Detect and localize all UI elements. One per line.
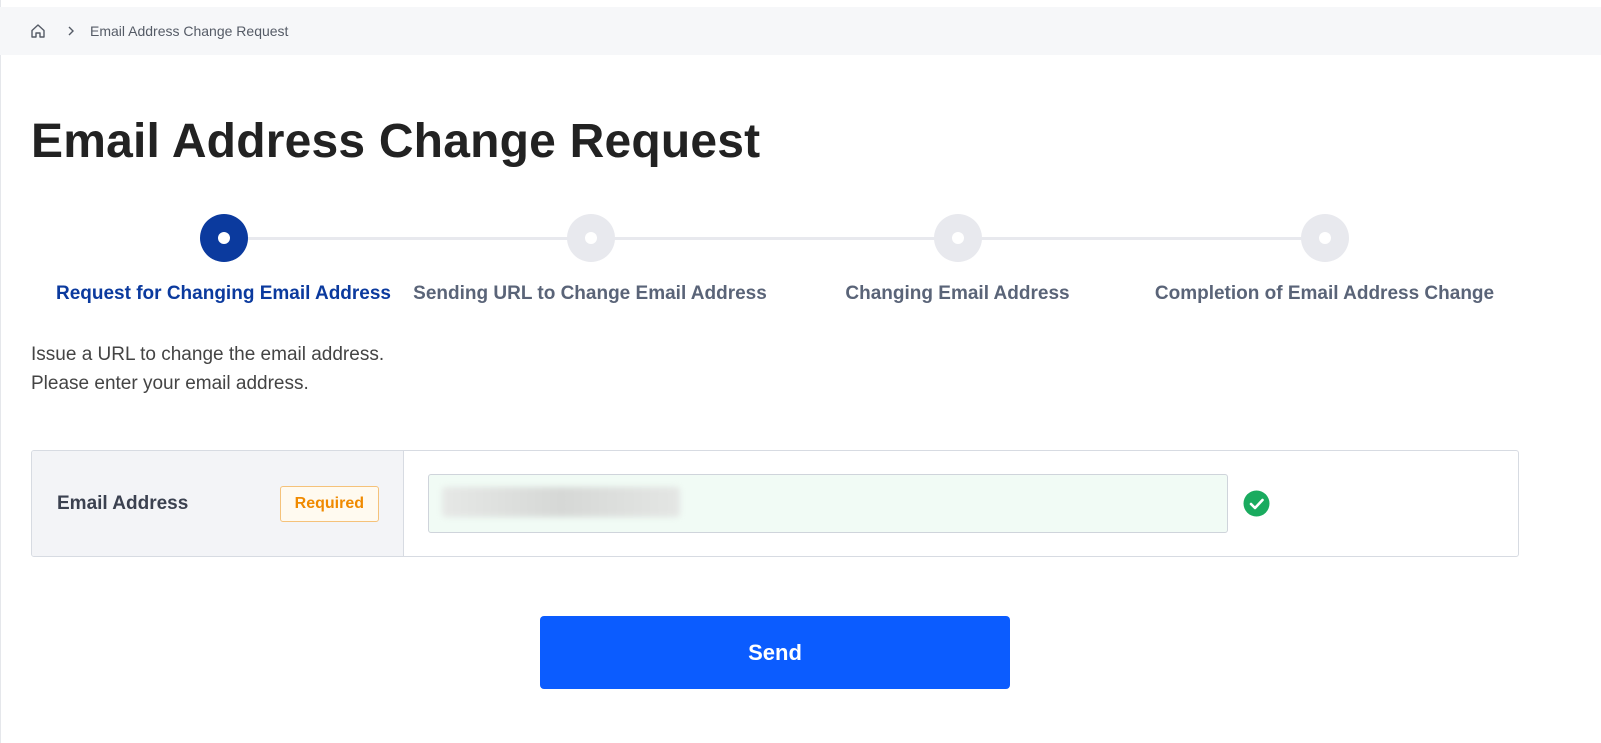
breadcrumb-current: Email Address Change Request xyxy=(90,23,289,39)
chevron-right-icon xyxy=(64,24,78,38)
intro-text: Issue a URL to change the email address.… xyxy=(31,340,384,398)
breadcrumb: Email Address Change Request xyxy=(0,7,1601,55)
step-3-label: Changing Email Address xyxy=(845,283,1070,304)
step-1: Request for Changing Email Address xyxy=(40,214,407,305)
step-1-dot xyxy=(199,214,248,262)
email-form: Email Address Required xyxy=(31,450,1519,557)
step-2: Sending URL to Change Email Address xyxy=(407,214,774,305)
intro-line-1: Issue a URL to change the email address. xyxy=(31,344,385,365)
step-2-dot xyxy=(566,214,615,262)
step-3-dot xyxy=(933,214,982,262)
intro-line-2: Please enter your email address. xyxy=(31,373,309,394)
email-label: Email Address xyxy=(57,492,189,514)
step-3: Changing Email Address xyxy=(774,214,1141,305)
page-border xyxy=(0,0,1,743)
step-4: Completion of Email Address Change xyxy=(1141,214,1508,305)
step-1-label: Request for Changing Email Address xyxy=(55,283,391,304)
email-label-cell: Email Address Required xyxy=(32,451,404,556)
check-circle-icon xyxy=(1243,490,1270,517)
progress-stepper: Request for Changing Email Address Sendi… xyxy=(40,214,1540,314)
step-2-label: Sending URL to Change Email Address xyxy=(413,283,767,304)
step-4-dot xyxy=(1300,214,1349,262)
email-value-redacted xyxy=(442,487,680,517)
home-icon[interactable] xyxy=(30,23,46,39)
step-4-label: Completion of Email Address Change xyxy=(1154,283,1495,304)
page-title: Email Address Change Request xyxy=(31,115,761,168)
required-badge: Required xyxy=(279,485,379,522)
send-button[interactable]: Send xyxy=(540,616,1010,689)
